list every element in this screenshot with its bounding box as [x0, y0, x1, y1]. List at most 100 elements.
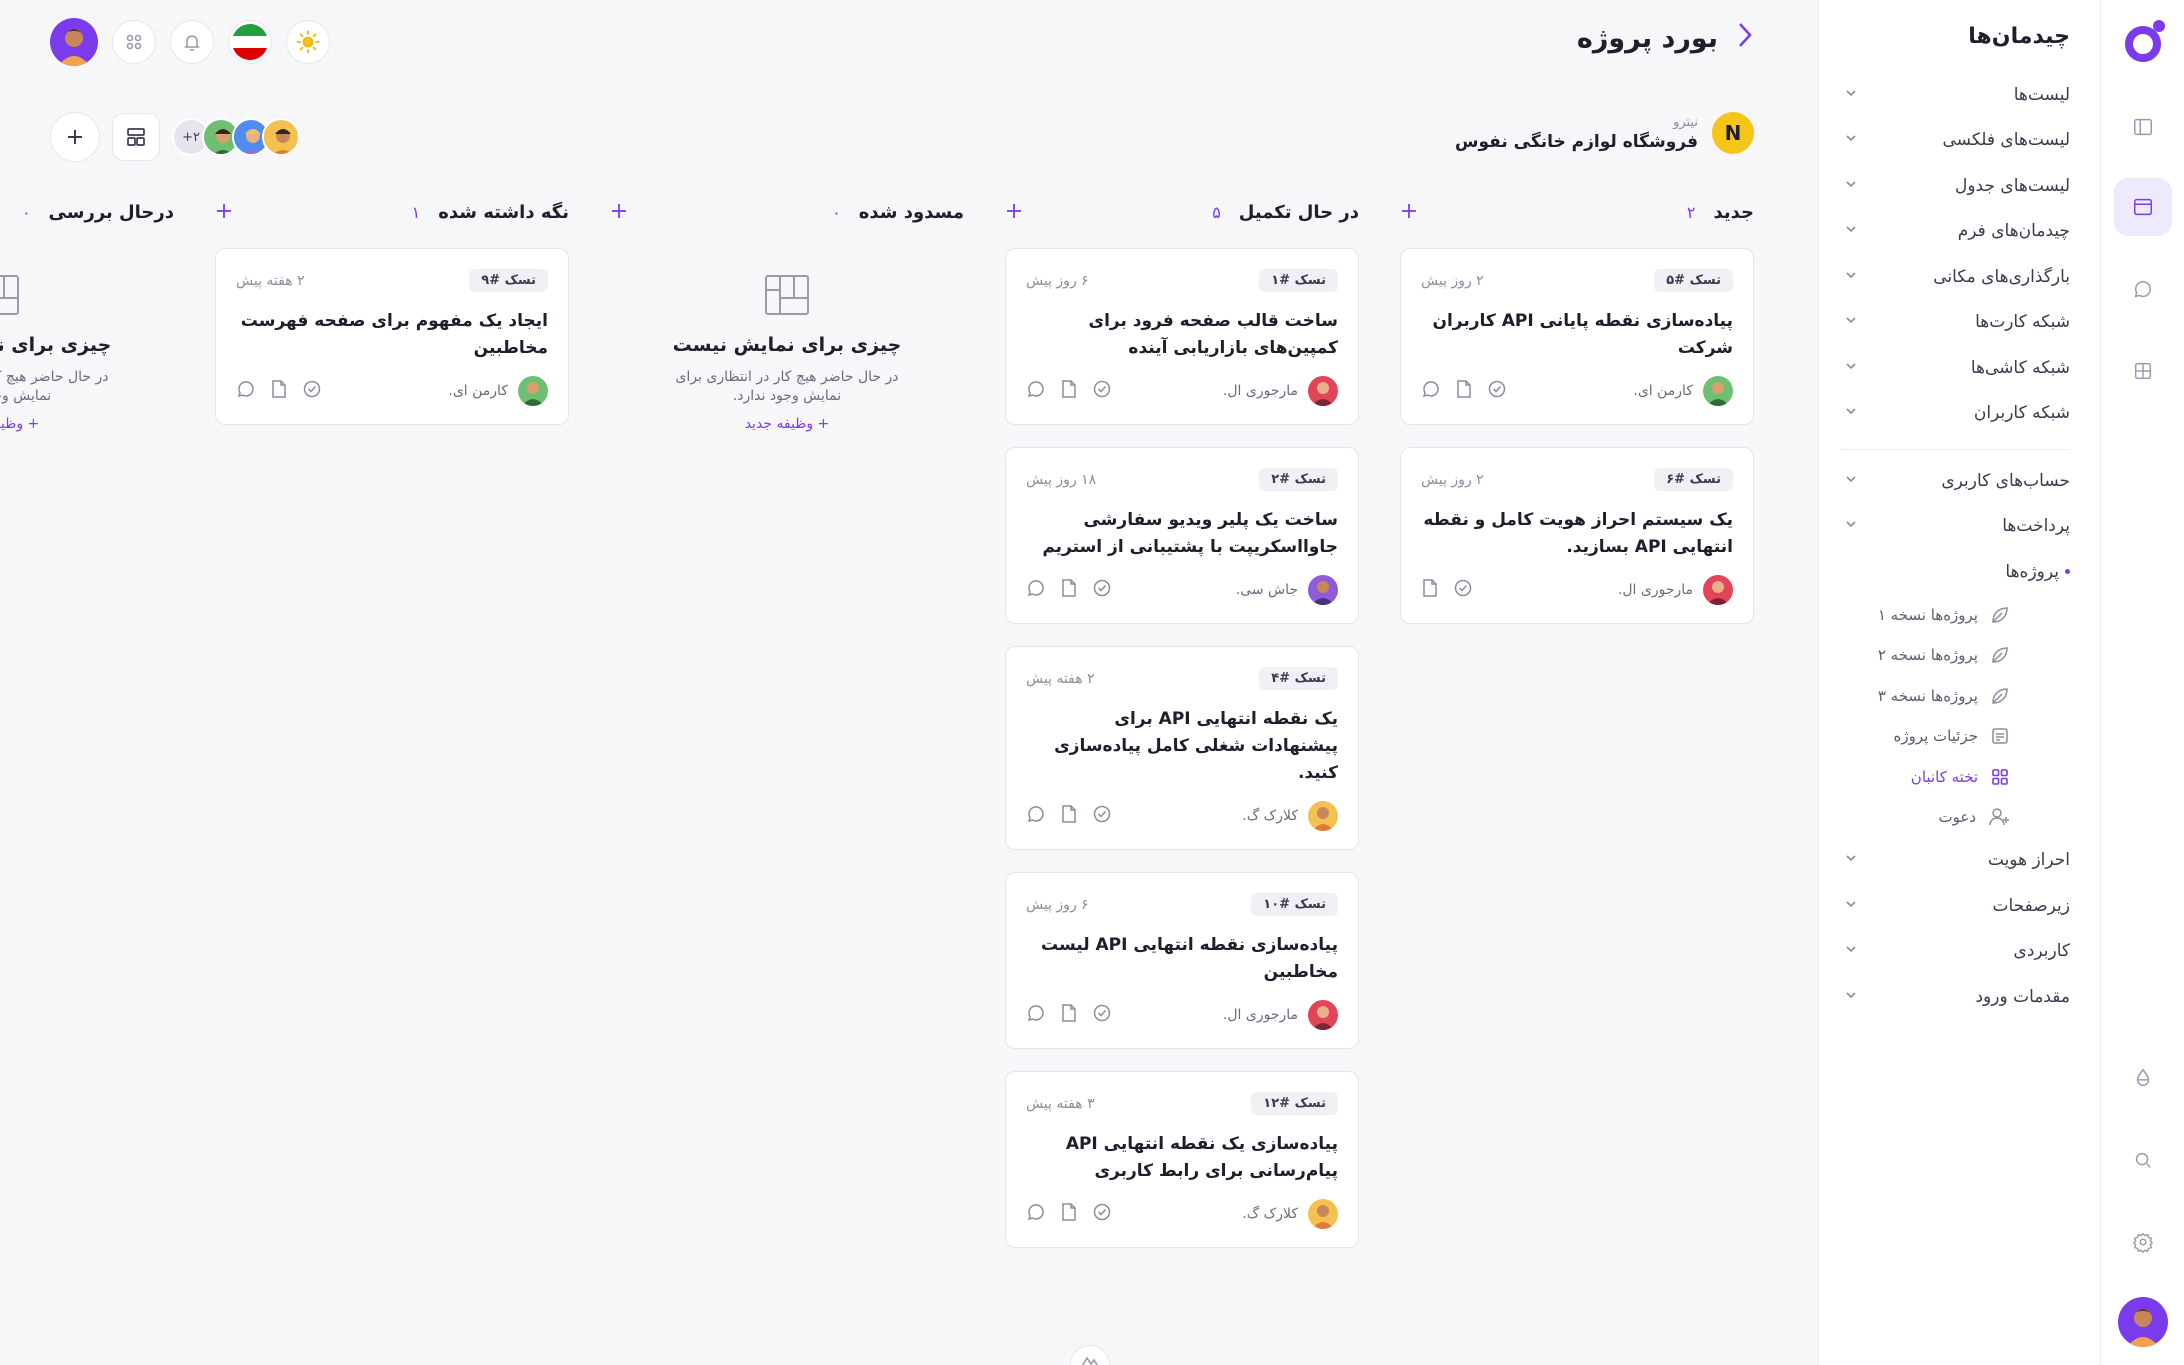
chevron-right-icon[interactable]	[1736, 20, 1754, 57]
task-assignee[interactable]: جاش سی.	[1236, 575, 1338, 605]
assignee-avatar	[1308, 575, 1338, 605]
comment-icon[interactable]	[236, 379, 256, 403]
chat-icon[interactable]	[2114, 260, 2172, 318]
task-assignee[interactable]: کلارک گ.	[1242, 1199, 1338, 1229]
sidebar-layout-icon[interactable]	[2114, 98, 2172, 156]
comment-icon[interactable]	[1026, 578, 1046, 602]
check-circle-icon[interactable]	[1092, 1003, 1112, 1027]
menu-item[interactable]: کاربردی	[1841, 929, 2070, 975]
menu-item[interactable]: لیست‌ها	[1841, 72, 2070, 118]
comment-icon[interactable]	[1421, 379, 1441, 403]
task-time: ۲ هفته پیش	[236, 272, 305, 289]
column-header: نگه داشته شده ۱	[215, 190, 569, 234]
task-card[interactable]: تسک #۶ ۲ روز پیش یک سیستم احراز هویت کامل …	[1400, 447, 1754, 624]
project-company: نیترو	[1673, 114, 1698, 130]
search-icon[interactable]	[2114, 1131, 2172, 1189]
comment-icon[interactable]	[1026, 379, 1046, 403]
team-avatars[interactable]: +۲	[172, 118, 300, 156]
sun-icon[interactable]	[286, 20, 330, 64]
menu-item[interactable]: پروژه‌ها	[1841, 549, 2070, 595]
submenu-item[interactable]: تخته کانبان	[1841, 757, 2070, 798]
task-tag: تسک #۶	[1654, 468, 1733, 491]
task-card[interactable]: تسک #۱۰ ۶ روز پیش پیاده‌سازی نقطه انتهایی …	[1005, 872, 1359, 1049]
add-task-button[interactable]	[1400, 198, 1418, 226]
file-icon[interactable]	[1060, 1202, 1078, 1226]
menu-item[interactable]: بارگذاری‌های مکانی	[1841, 254, 2070, 300]
menu-item[interactable]: شبکه کاشی‌ها	[1841, 345, 2070, 391]
menu-item[interactable]: احراز هویت	[1841, 838, 2070, 884]
file-icon[interactable]	[1455, 379, 1473, 403]
comment-icon[interactable]	[1026, 1003, 1046, 1027]
add-task-button[interactable]	[215, 198, 233, 226]
add-task-button[interactable]	[610, 198, 628, 226]
menu-item-label: بارگذاری‌های مکانی	[1933, 266, 2070, 287]
assignee-name: کارمن ای.	[448, 383, 508, 399]
menu-item[interactable]: مقدمات ورود	[1841, 974, 2070, 1020]
task-title: یک نقطه انتهایی API برای پیشنهادات شغلی …	[1054, 709, 1338, 783]
new-task-link[interactable]: + وظیفه جدید	[610, 416, 964, 432]
file-icon[interactable]	[1060, 379, 1078, 403]
language-flag-icon[interactable]	[228, 20, 272, 64]
collapse-tab[interactable]	[1070, 1345, 1110, 1365]
team-avatar[interactable]	[262, 118, 300, 156]
check-circle-icon[interactable]	[1453, 578, 1473, 602]
check-circle-icon[interactable]	[1092, 1202, 1112, 1226]
submenu-item[interactable]: جزئیات پروژه	[1841, 716, 2070, 757]
layout-toggle-button[interactable]	[112, 113, 160, 161]
file-icon[interactable]	[1060, 804, 1078, 828]
menu-item[interactable]: پرداخت‌ها	[1841, 504, 2070, 550]
file-icon[interactable]	[1060, 1003, 1078, 1027]
check-circle-icon[interactable]	[302, 379, 322, 403]
task-card[interactable]: تسک #۵ ۲ روز پیش پیاده‌سازی نقطه پایانی AP…	[1400, 248, 1754, 425]
submenu-item[interactable]: پروژه‌ها نسخه ۲	[1841, 635, 2070, 676]
bell-icon[interactable]	[170, 20, 214, 64]
task-assignee[interactable]: مارجوری ال.	[1618, 575, 1733, 605]
menu-item[interactable]: چیدمان‌های فرم	[1841, 209, 2070, 255]
task-card[interactable]: تسک #۱ ۶ روز پیش ساخت قالب صفحه فرود برای …	[1005, 248, 1359, 425]
column-header: درحال بررسی ۰	[0, 190, 174, 234]
task-time: ۲ روز پیش	[1421, 272, 1484, 289]
table-icon[interactable]	[2114, 342, 2172, 400]
submenu-item[interactable]: پروژه‌ها نسخه ۳	[1841, 676, 2070, 717]
file-icon[interactable]	[1060, 578, 1078, 602]
task-card[interactable]: تسک #۴ ۲ هفته پیش یک نقطه انتهایی API برای…	[1005, 646, 1359, 850]
comment-icon[interactable]	[1026, 1202, 1046, 1226]
task-card[interactable]: تسک #۹ ۲ هفته پیش ایجاد یک مفهوم برای صفحه…	[215, 248, 569, 425]
task-assignee[interactable]: کارمن ای.	[1633, 376, 1733, 406]
settings-icon[interactable]	[2114, 1213, 2172, 1271]
task-card[interactable]: تسک #۲ ۱۸ روز پیش ساخت یک پلیر ویدیو سفارش…	[1005, 447, 1359, 624]
column-header: در حال تکمیل ۵	[1005, 190, 1359, 234]
profile-avatar[interactable]	[50, 18, 98, 66]
check-circle-icon[interactable]	[1092, 379, 1112, 403]
menu-item[interactable]: لیست‌های جدول	[1841, 163, 2070, 209]
menu-item[interactable]: شبکه کارت‌ها	[1841, 300, 2070, 346]
apps-grid-icon[interactable]	[112, 20, 156, 64]
submenu-item[interactable]: پروژه‌ها نسخه ۱	[1841, 595, 2070, 636]
check-circle-icon[interactable]	[1092, 804, 1112, 828]
project-name: فروشگاه لوازم خانگی نفوس	[1454, 131, 1698, 152]
task-assignee[interactable]: کلارک گ.	[1242, 801, 1338, 831]
add-member-button[interactable]	[50, 112, 100, 162]
submenu-item-label: جزئیات پروژه	[1893, 727, 1978, 746]
app-logo-icon[interactable]	[2119, 20, 2167, 68]
add-task-button[interactable]	[1005, 198, 1023, 226]
drop-icon[interactable]	[2114, 1049, 2172, 1107]
task-assignee[interactable]: کارمن ای.	[448, 376, 548, 406]
user-avatar[interactable]	[2117, 1297, 2168, 1347]
comment-icon[interactable]	[1026, 804, 1046, 828]
check-circle-icon[interactable]	[1092, 578, 1112, 602]
file-icon[interactable]	[1421, 578, 1439, 602]
layouts-icon[interactable]	[2113, 178, 2172, 236]
menu-item[interactable]: لیست‌های فلکسی	[1841, 118, 2070, 164]
menu-item[interactable]: حساب‌های کاربری	[1841, 458, 2070, 504]
new-task-link[interactable]: + وظیفه جدید	[0, 416, 174, 432]
menu-item[interactable]: زیرصفحات	[1841, 883, 2070, 929]
check-circle-icon[interactable]	[1487, 379, 1507, 403]
task-assignee[interactable]: مارجوری ال.	[1223, 376, 1338, 406]
menu-item[interactable]: شبکه کاربران	[1841, 391, 2070, 437]
file-icon[interactable]	[270, 379, 288, 403]
task-assignee[interactable]: مارجوری ال.	[1223, 1000, 1338, 1030]
assignee-name: مارجوری ال.	[1222, 1007, 1298, 1023]
submenu-item[interactable]: دعوت	[1841, 797, 2070, 838]
task-card[interactable]: تسک #۱۲ ۳ هفته پیش پیاده‌سازی یک نقطه انته…	[1005, 1071, 1359, 1248]
